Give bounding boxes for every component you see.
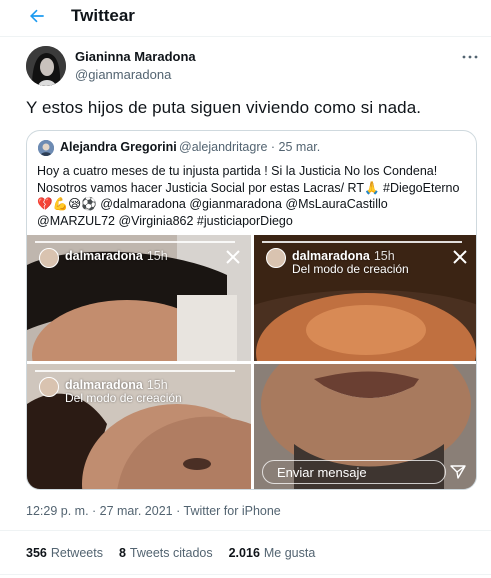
story-subtitle: Del modo de creación (65, 391, 182, 405)
close-icon (453, 250, 467, 264)
media-image[interactable]: dalmaradona 15h Del modo de creación (27, 364, 251, 489)
story-username: dalmaradona 15h (65, 249, 168, 263)
quote-author-handle: @alejandritagre (179, 140, 268, 154)
story-username: dalmaradona 15h (292, 249, 395, 263)
story-time: 15h (373, 249, 395, 263)
quotes-label: Tweets citados (129, 546, 213, 560)
media-image[interactable]: Enviar mensaje (254, 364, 476, 489)
retweets-stat[interactable]: 356 Retweets (26, 546, 103, 560)
story-time: 15h (146, 249, 168, 263)
quotes-count: 8 (118, 546, 126, 560)
message-input[interactable]: Enviar mensaje (262, 460, 446, 484)
quotes-stat[interactable]: 8 Tweets citados (119, 546, 213, 560)
story-user: dalmaradona (65, 249, 143, 263)
retweets-label: Retweets (50, 546, 103, 560)
quote-text-line: Hoy a cuatro meses de tu injusta partida… (37, 164, 438, 178)
likes-count: 2.016 (228, 546, 260, 560)
story-progress (262, 241, 462, 243)
retweets-count: 356 (26, 546, 47, 560)
quote-text-line: Nosotros vamos hacer Justicia Social por… (37, 180, 460, 195)
story-progress (35, 241, 235, 243)
quote-avatar-photo (38, 140, 54, 156)
quote-text: Hoy a cuatro meses de tu injusta partida… (37, 163, 472, 229)
story-time: 15h (146, 378, 168, 392)
quoted-tweet[interactable]: Alejandra Gregorini @alejandritagre · 25… (26, 130, 477, 490)
quote-avatar[interactable] (38, 140, 54, 156)
author-name[interactable]: Gianinna Maradona (75, 49, 196, 64)
quote-author-meta: @alejandritagre · 25 mar. (179, 140, 320, 154)
likes-label: Me gusta (263, 546, 316, 560)
quote-text-line: @MARZUL72 @Virginia862 #justiciaporDiego (37, 213, 293, 228)
story-avatar (266, 248, 286, 268)
send-icon[interactable] (450, 465, 466, 479)
quote-date: · 25 mar. (270, 140, 321, 154)
avatar-photo (26, 46, 66, 86)
tweet-text: Y estos hijos de puta siguen viviendo co… (26, 98, 422, 117)
story-subtitle: Del modo de creación (292, 262, 409, 276)
quote-author-name: Alejandra Gregorini (60, 140, 177, 154)
header: Twittear (0, 0, 491, 32)
more-horizontal-icon (462, 55, 478, 59)
more-button[interactable] (460, 50, 480, 60)
arrow-left-icon (30, 9, 44, 23)
stats-divider-top (0, 530, 491, 531)
story-username: dalmaradona 15h (65, 378, 168, 392)
stats-divider-bottom (0, 574, 491, 575)
likes-stat[interactable]: 2.016 Me gusta (229, 546, 316, 560)
close-icon (226, 250, 240, 264)
story-user: dalmaradona (292, 249, 370, 263)
tweet-timestamp[interactable]: 12:29 p. m. · 27 mar. 2021 · Twitter for… (26, 504, 281, 518)
story-avatar (39, 248, 59, 268)
message-placeholder: Enviar mensaje (277, 465, 367, 480)
back-button[interactable] (27, 6, 47, 26)
media-image[interactable]: dalmaradona 15h (27, 235, 251, 361)
media-grid: dalmaradona 15h dalmaradona 15h Del modo d… (27, 235, 476, 489)
quote-text-line: 💔💪😪⚽ @dalmaradona @gianmaradona @MsLaura… (37, 197, 388, 211)
header-divider (0, 36, 491, 37)
story-avatar (39, 377, 59, 397)
media-image[interactable]: dalmaradona 15h Del modo de creación (254, 235, 476, 361)
tweet-stats: 356 Retweets 8 Tweets citados 2.016 Me gust… (26, 546, 315, 560)
avatar[interactable] (26, 46, 66, 86)
page-title: Twittear (71, 6, 135, 25)
story-user: dalmaradona (65, 378, 143, 392)
story-progress (35, 370, 235, 372)
author-handle[interactable]: @gianmaradona (75, 67, 171, 82)
